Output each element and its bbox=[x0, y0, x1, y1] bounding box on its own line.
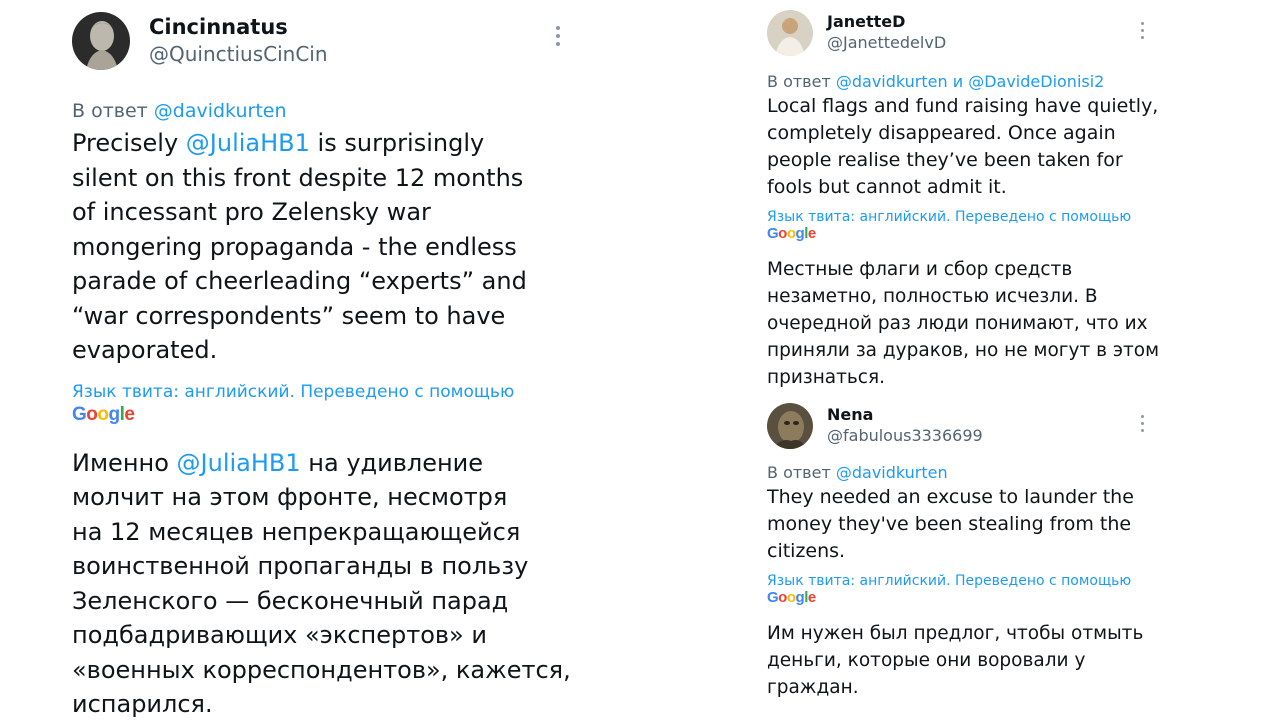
reply-prefix: В ответ bbox=[72, 100, 154, 122]
body-mention[interactable]: @JuliaHB1 bbox=[186, 129, 310, 157]
reply-context: В ответ @davidkurten bbox=[767, 463, 1167, 482]
author-block: Nena @fabulous3336699 bbox=[827, 405, 983, 447]
person-avatar[interactable] bbox=[767, 10, 813, 56]
reply-mention[interactable]: @davidkurten bbox=[836, 463, 948, 482]
roman-bust-avatar[interactable] bbox=[72, 12, 130, 70]
translated-text-start: Именно bbox=[72, 448, 177, 477]
tweet-cincinnatus: Cincinnatus @QuinctiusCinCin В ответ @da… bbox=[72, 12, 582, 722]
author-block: Cincinnatus @QuinctiusCinCin bbox=[149, 14, 328, 68]
tweet-header: Nena @fabulous3336699 bbox=[767, 403, 1167, 459]
reply-mention[interactable]: @davidkurten и @DavideDionisi2 bbox=[836, 72, 1105, 91]
author-name[interactable]: Nena bbox=[827, 405, 983, 425]
translated-text: Местные флаги и сбор средств незаметно, … bbox=[767, 259, 1160, 388]
tweet-header: Cincinnatus @QuinctiusCinCin bbox=[72, 12, 582, 76]
reply-prefix: В ответ bbox=[767, 463, 836, 482]
tweet-text-rest: is surprisingly silent on this front des… bbox=[72, 129, 527, 364]
tweet-nena: Nena @fabulous3336699 В ответ @davidkurt… bbox=[767, 403, 1167, 701]
more-options-icon[interactable] bbox=[556, 26, 562, 50]
reply-column: JanetteD @JanettedelvD В ответ @davidkur… bbox=[767, 10, 1167, 701]
tweet-janetted: JanetteD @JanettedelvD В ответ @davidkur… bbox=[767, 10, 1167, 391]
author-name[interactable]: Cincinnatus bbox=[149, 14, 328, 40]
reply-context: В ответ @davidkurten bbox=[72, 100, 582, 122]
translated-text: Именно @JuliaHB1 на удивление молчит на … bbox=[72, 446, 582, 722]
tweet-text: Precisely @JuliaHB1 is surprisingly sile… bbox=[72, 126, 582, 368]
author-name[interactable]: JanetteD bbox=[827, 12, 946, 32]
author-handle[interactable]: @QuinctiusCinCin bbox=[149, 40, 328, 68]
reply-context: В ответ @davidkurten и @DavideDionisi2 bbox=[767, 72, 1167, 91]
translated-mention[interactable]: @JuliaHB1 bbox=[177, 449, 301, 477]
tweet-text: They needed an excuse to launder the mon… bbox=[767, 486, 1134, 562]
translated-text: Им нужен был предлог, чтобы отмыть деньг… bbox=[767, 623, 1144, 698]
tweet-header: JanetteD @JanettedelvD bbox=[767, 10, 1167, 68]
google-logo: Google bbox=[72, 403, 135, 425]
translated-text-rest: на удивление молчит на этом фронте, несм… bbox=[72, 448, 571, 719]
google-logo: Google bbox=[767, 225, 816, 242]
tweet-text-start: Precisely bbox=[72, 129, 186, 157]
author-handle[interactable]: @fabulous3336699 bbox=[827, 425, 983, 447]
author-block: JanetteD @JanettedelvD bbox=[827, 12, 946, 54]
reply-mention[interactable]: @davidkurten bbox=[154, 100, 287, 122]
author-handle[interactable]: @JanettedelvD bbox=[827, 32, 946, 54]
translation-notice[interactable]: Язык твита: английский. Переведено с пом… bbox=[767, 573, 1167, 589]
animal-avatar[interactable] bbox=[767, 403, 813, 449]
tweet-text: Local flags and fund raising have quietl… bbox=[767, 95, 1159, 198]
more-options-icon[interactable] bbox=[1141, 415, 1147, 436]
google-logo: Google bbox=[767, 589, 816, 606]
reply-prefix: В ответ bbox=[767, 72, 836, 91]
translation-notice[interactable]: Язык твита: английский. Переведено с пом… bbox=[767, 209, 1167, 225]
translation-notice[interactable]: Язык твита: английский. Переведено с пом… bbox=[72, 382, 582, 402]
more-options-icon[interactable] bbox=[1141, 22, 1147, 43]
